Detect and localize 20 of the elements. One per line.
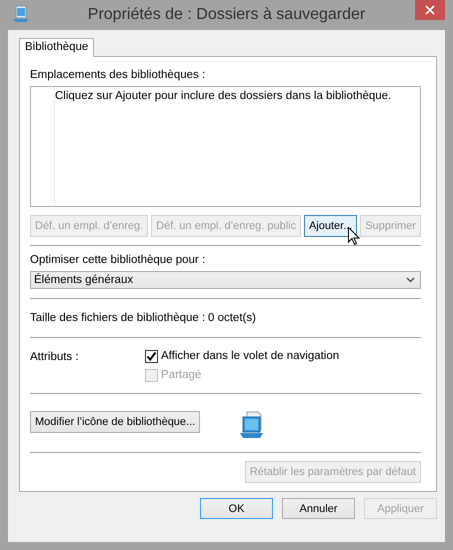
close-icon bbox=[425, 5, 435, 15]
dialog-button[interactable]: OK bbox=[200, 498, 273, 519]
section-label: Emplacements des bibliothèques : bbox=[30, 69, 206, 81]
computer-icon bbox=[12, 5, 30, 23]
change-icon-button[interactable]: Modifier l’icône de bibliothèque... bbox=[30, 411, 200, 433]
checkbox[interactable]: Afficher dans le volet de navigation bbox=[145, 348, 340, 364]
tab[interactable]: Bibliothèque bbox=[19, 38, 94, 57]
size-label: Taille des fichiers de bibliothèque : bbox=[30, 312, 206, 324]
locations-list[interactable]: Cliquez sur Ajouter pour inclure des dossiers dans la bibliothèque. bbox=[30, 86, 421, 206]
chevron-down-icon bbox=[406, 276, 415, 283]
checkmark-icon bbox=[146, 350, 157, 362]
section-label: Optimiser cette bibliothèque pour : bbox=[30, 254, 206, 266]
dialog-button[interactable]: Annuler bbox=[282, 498, 355, 519]
optimize-dropdown[interactable]: Éléments généraux bbox=[30, 270, 421, 289]
action-button[interactable]: Ajouter... bbox=[304, 214, 358, 236]
list-hint: Cliquez sur Ajouter pour inclure des dossiers dans la bibliothèque. bbox=[55, 90, 392, 102]
window-title: Propriétés de : Dossiers à sauvegarder bbox=[88, 6, 366, 24]
size-value: 0 octet(s) bbox=[208, 312, 256, 324]
close-button[interactable] bbox=[415, 0, 445, 20]
attributes-label: Attributs : bbox=[30, 350, 80, 365]
